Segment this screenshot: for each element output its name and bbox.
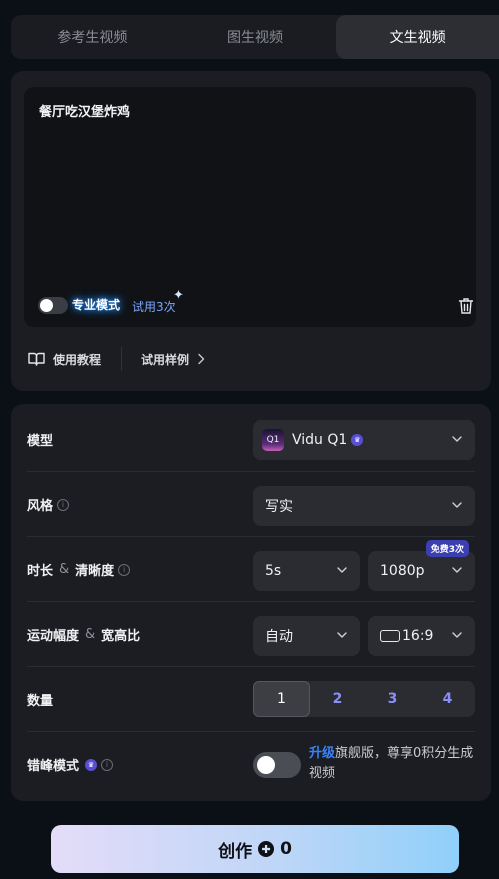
- sparkle-icon: ✦: [173, 288, 184, 303]
- chevron-down-icon: [452, 436, 462, 442]
- divider: [121, 347, 123, 371]
- motion-select[interactable]: 自动: [253, 616, 360, 656]
- crown-icon: ♛: [85, 758, 98, 771]
- style-row: 风格 i 写实: [27, 472, 475, 537]
- style-value: 写实: [265, 499, 293, 515]
- duration-select[interactable]: 5s: [253, 551, 360, 591]
- tab-reference-video[interactable]: 参考生视频: [11, 15, 174, 59]
- tutorial-label: 使用教程: [53, 352, 102, 367]
- quantity-option-4[interactable]: 4: [420, 681, 475, 717]
- info-icon[interactable]: i: [118, 563, 131, 576]
- chevron-down-icon: [452, 502, 462, 508]
- pro-mode-label[interactable]: 专业模式: [72, 296, 120, 313]
- info-icon[interactable]: i: [101, 758, 114, 771]
- off-peak-label: 错峰模式 ♛ i: [27, 732, 114, 797]
- upgrade-link[interactable]: 升级: [309, 746, 335, 761]
- create-button[interactable]: 创作 ✚ 0: [51, 825, 459, 873]
- quantity-row: 数量 1 2 3 4: [27, 667, 475, 732]
- style-label: 风格 i: [27, 472, 70, 537]
- create-cost: 0: [280, 839, 292, 859]
- prompt-text: 餐厅吃汉堡炸鸡: [39, 105, 131, 120]
- tools-row: 使用教程 试用样例: [28, 347, 205, 371]
- crown-icon: ♛: [351, 434, 364, 446]
- create-label: 创作: [218, 841, 253, 862]
- chevron-right-icon: [198, 353, 205, 365]
- trash-icon[interactable]: [458, 297, 474, 315]
- free-badge: 免费3次: [425, 540, 469, 557]
- ratio-value: 16:9: [402, 628, 434, 644]
- upgrade-notice: 升级旗舰版，尊享0积分生成视频: [309, 746, 474, 781]
- settings-panel: 模型 Q1 Vidu Q1 ♛ 风格 i 写实 时长 & 清晰度 i 5s 1080p …: [11, 404, 491, 801]
- tutorial-link[interactable]: 使用教程: [28, 351, 101, 368]
- chevron-down-icon: [452, 567, 462, 573]
- quantity-option-2[interactable]: 2: [310, 681, 365, 717]
- chevron-down-icon: [452, 632, 462, 638]
- model-select[interactable]: Q1 Vidu Q1 ♛: [253, 420, 475, 460]
- info-icon[interactable]: i: [57, 498, 70, 511]
- quantity-option-1[interactable]: 1: [253, 681, 310, 717]
- motion-value: 自动: [265, 629, 293, 645]
- examples-label: 试用样例: [141, 352, 190, 367]
- quantity-option-3[interactable]: 3: [365, 681, 420, 717]
- tab-image-to-video[interactable]: 图生视频: [174, 15, 337, 59]
- model-row: 模型 Q1 Vidu Q1 ♛: [27, 407, 475, 472]
- prompt-card: 餐厅吃汉堡炸鸡 专业模式 试用3次 ✦: [11, 71, 491, 391]
- quantity-label: 数量: [27, 694, 54, 709]
- pro-mode-toggle[interactable]: [38, 297, 68, 314]
- resolution-select[interactable]: 1080p 免费3次: [368, 540, 475, 591]
- duration-value: 5s: [265, 563, 282, 579]
- resolution-value: 1080p: [380, 563, 425, 579]
- book-icon: [28, 352, 45, 366]
- model-logo-icon: Q1: [262, 429, 284, 451]
- motion-ratio-label: 运动幅度 & 宽高比: [27, 627, 141, 644]
- ratio-select[interactable]: 16:9: [368, 616, 475, 656]
- chevron-down-icon: [337, 632, 347, 638]
- model-value: Vidu Q1: [292, 432, 348, 448]
- style-select[interactable]: 写实: [253, 486, 475, 526]
- examples-link[interactable]: 试用样例: [141, 351, 205, 368]
- chevron-down-icon: [337, 567, 347, 573]
- motion-ratio-row: 运动幅度 & 宽高比 自动 16:9: [27, 602, 475, 667]
- off-peak-row: 错峰模式 ♛ i 升级旗舰版，尊享0积分生成视频: [27, 732, 475, 797]
- duration-resolution-row: 时长 & 清晰度 i 5s 1080p 免费3次: [27, 537, 475, 602]
- aspect-ratio-icon: [380, 630, 400, 642]
- off-peak-toggle[interactable]: [253, 752, 301, 778]
- quantity-selector: 1 2 3 4: [253, 681, 475, 717]
- prompt-input[interactable]: 餐厅吃汉堡炸鸡 专业模式 试用3次 ✦: [24, 87, 476, 327]
- mode-tabs: 参考生视频 图生视频 文生视频: [11, 15, 499, 59]
- model-label: 模型: [27, 434, 54, 449]
- tab-text-to-video[interactable]: 文生视频: [336, 15, 499, 59]
- trial-count-label: 试用3次: [132, 300, 176, 314]
- duration-resolution-label: 时长 & 清晰度 i: [27, 537, 131, 602]
- credit-icon: ✚: [258, 841, 275, 857]
